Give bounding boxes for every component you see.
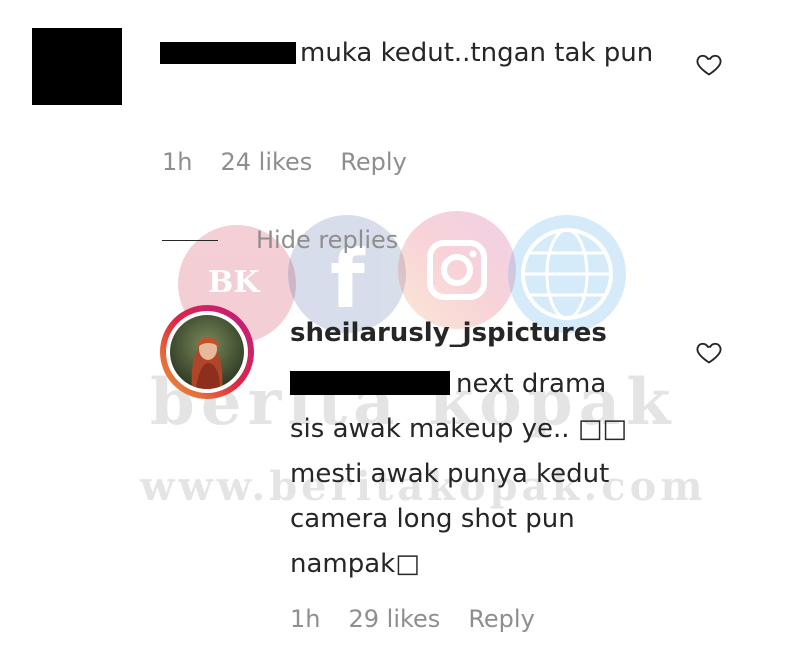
comment-time: 1h xyxy=(162,148,193,176)
reply-time: 1h xyxy=(290,605,321,633)
instagram-icon xyxy=(398,211,516,329)
hide-replies-label: Hide replies xyxy=(256,226,399,254)
reply-body: next drama sis awak makeup ye.. □□ mesti… xyxy=(290,362,670,587)
reply-likes[interactable]: 29 likes xyxy=(348,605,440,633)
globe-icon xyxy=(508,215,626,333)
avatar-redacted[interactable] xyxy=(32,28,122,105)
reply-text-line: next drama xyxy=(456,369,607,399)
reply-username[interactable]: sheilarusly_jspictures xyxy=(290,318,607,348)
comment-likes[interactable]: 24 likes xyxy=(220,148,312,176)
comment-reply-button[interactable]: Reply xyxy=(340,148,406,176)
comment-meta: 1h 24 likes Reply xyxy=(162,148,407,176)
reply-meta: 1h 29 likes Reply xyxy=(290,605,535,633)
redacted-username[interactable] xyxy=(160,42,296,64)
reply-text-line: sis awak makeup ye.. □□ xyxy=(290,414,627,444)
reply-text-line: camera long shot pun xyxy=(290,504,575,534)
heart-icon[interactable] xyxy=(695,50,723,78)
avatar[interactable] xyxy=(160,305,254,399)
reply-line: next drama xyxy=(290,362,670,407)
comment-text: muka kedut..tngan tak pun xyxy=(300,38,654,68)
hide-replies-button[interactable]: Hide replies xyxy=(162,226,398,254)
reply-reply-button[interactable]: Reply xyxy=(468,605,534,633)
reply-text-line: nampak□ xyxy=(290,549,420,579)
watermark-badge-text: BK xyxy=(208,265,260,300)
reply-text-line: mesti awak punya kedut xyxy=(290,459,610,489)
avatar-image xyxy=(170,315,244,389)
heart-icon[interactable] xyxy=(695,338,723,366)
comments-thread: BK f berita kopak www.beritakopak.com mu… xyxy=(0,0,800,645)
redacted-mention[interactable] xyxy=(290,371,450,395)
comment-body: muka kedut..tngan tak pun xyxy=(160,30,660,76)
divider-line xyxy=(162,239,218,241)
